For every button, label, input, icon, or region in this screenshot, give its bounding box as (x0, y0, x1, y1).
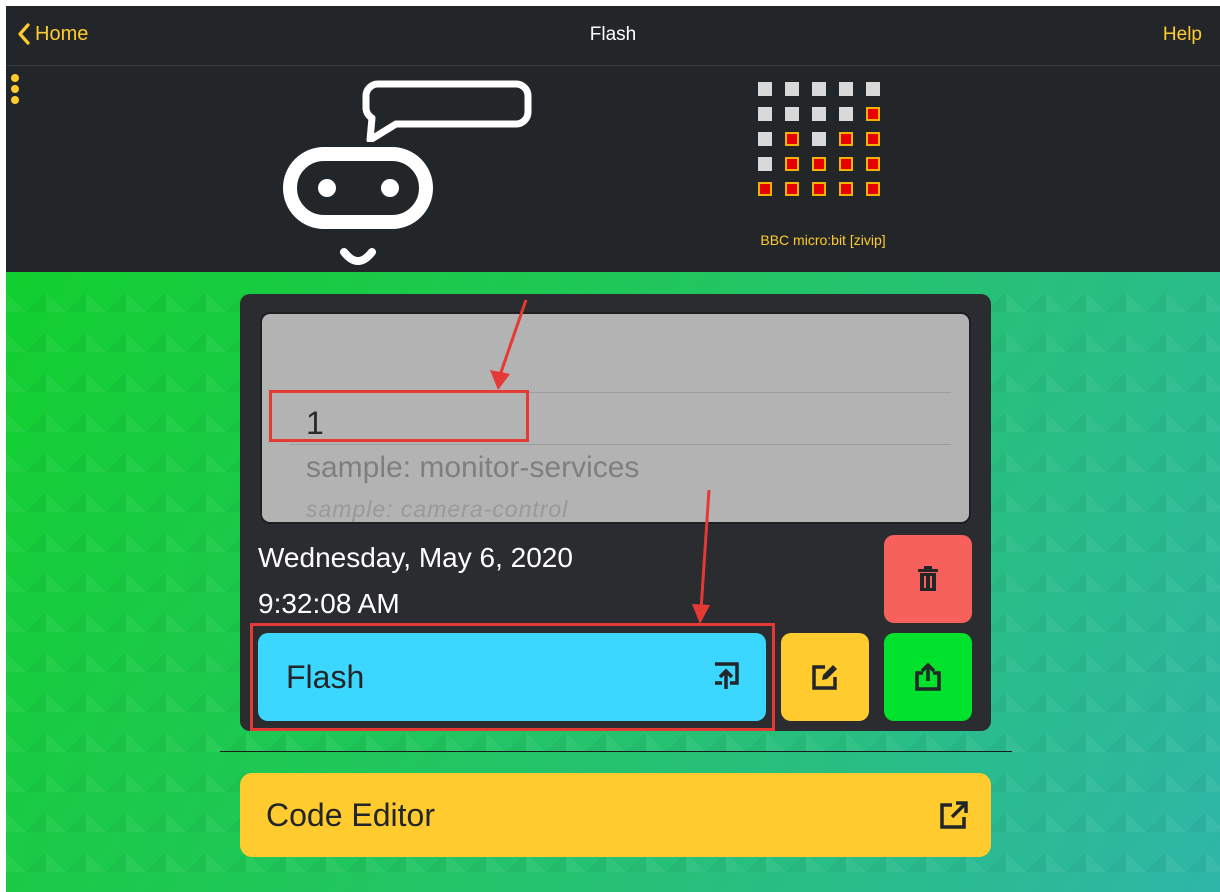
led-off (758, 132, 772, 146)
led-on (785, 157, 799, 171)
delete-button[interactable] (884, 535, 972, 623)
microbit-mascot-icon (283, 147, 433, 265)
device-name: BBC micro:bit [zivip] (760, 232, 886, 248)
navigation-bar: Home Flash Help (6, 6, 1220, 66)
led-row (758, 132, 894, 146)
file-date: Wednesday, May 6, 2020 (258, 542, 573, 573)
speech-bubble: OK. Let's do this (356, 78, 532, 144)
led-off (758, 157, 772, 171)
led-on (866, 182, 880, 196)
more-menu-icon[interactable] (10, 74, 22, 108)
led-on (866, 132, 880, 146)
picker-item[interactable]: sample: monitor-services (306, 451, 639, 485)
led-on (758, 182, 772, 196)
led-off (812, 132, 826, 146)
led-off (866, 82, 880, 96)
edit-button[interactable] (781, 633, 869, 721)
led-off (758, 82, 772, 96)
code-editor-button[interactable]: Code Editor (240, 773, 991, 857)
led-on (812, 182, 826, 196)
led-row (758, 82, 894, 96)
external-link-icon (940, 801, 968, 829)
led-row (758, 107, 894, 121)
led-on (812, 157, 826, 171)
led-on (866, 107, 880, 121)
page-title: Flash (589, 24, 637, 45)
led-off (758, 107, 772, 121)
annotation-highlight-flash (250, 623, 775, 731)
picker-item[interactable]: sample: camera-control (306, 496, 568, 522)
led-row (758, 182, 894, 196)
file-time: 9:32:08 AM (258, 588, 400, 619)
help-button[interactable]: Help (1163, 24, 1202, 46)
led-on (839, 132, 853, 146)
share-icon (915, 662, 941, 691)
share-button[interactable] (884, 633, 972, 721)
led-off (839, 82, 853, 96)
led-off (812, 107, 826, 121)
edit-icon (812, 665, 837, 690)
trash-icon (918, 566, 938, 591)
app-window: Home Flash Help OK. Let's do this BBC mi… (6, 6, 1220, 892)
led-on (839, 157, 853, 171)
divider (220, 751, 1012, 752)
annotation-highlight-picker (269, 390, 529, 442)
header-panel: OK. Let's do this BBC micro:bit [zivip] (6, 66, 1220, 272)
led-row (758, 157, 894, 171)
code-editor-label: Code Editor (266, 797, 435, 833)
led-off (812, 82, 826, 96)
led-on (866, 157, 880, 171)
led-on (785, 132, 799, 146)
led-on (839, 182, 853, 196)
led-matrix (758, 82, 894, 207)
led-on (785, 182, 799, 196)
speech-text: OK. Let's do this (402, 89, 490, 101)
led-off (785, 82, 799, 96)
led-off (785, 107, 799, 121)
led-off (839, 107, 853, 121)
